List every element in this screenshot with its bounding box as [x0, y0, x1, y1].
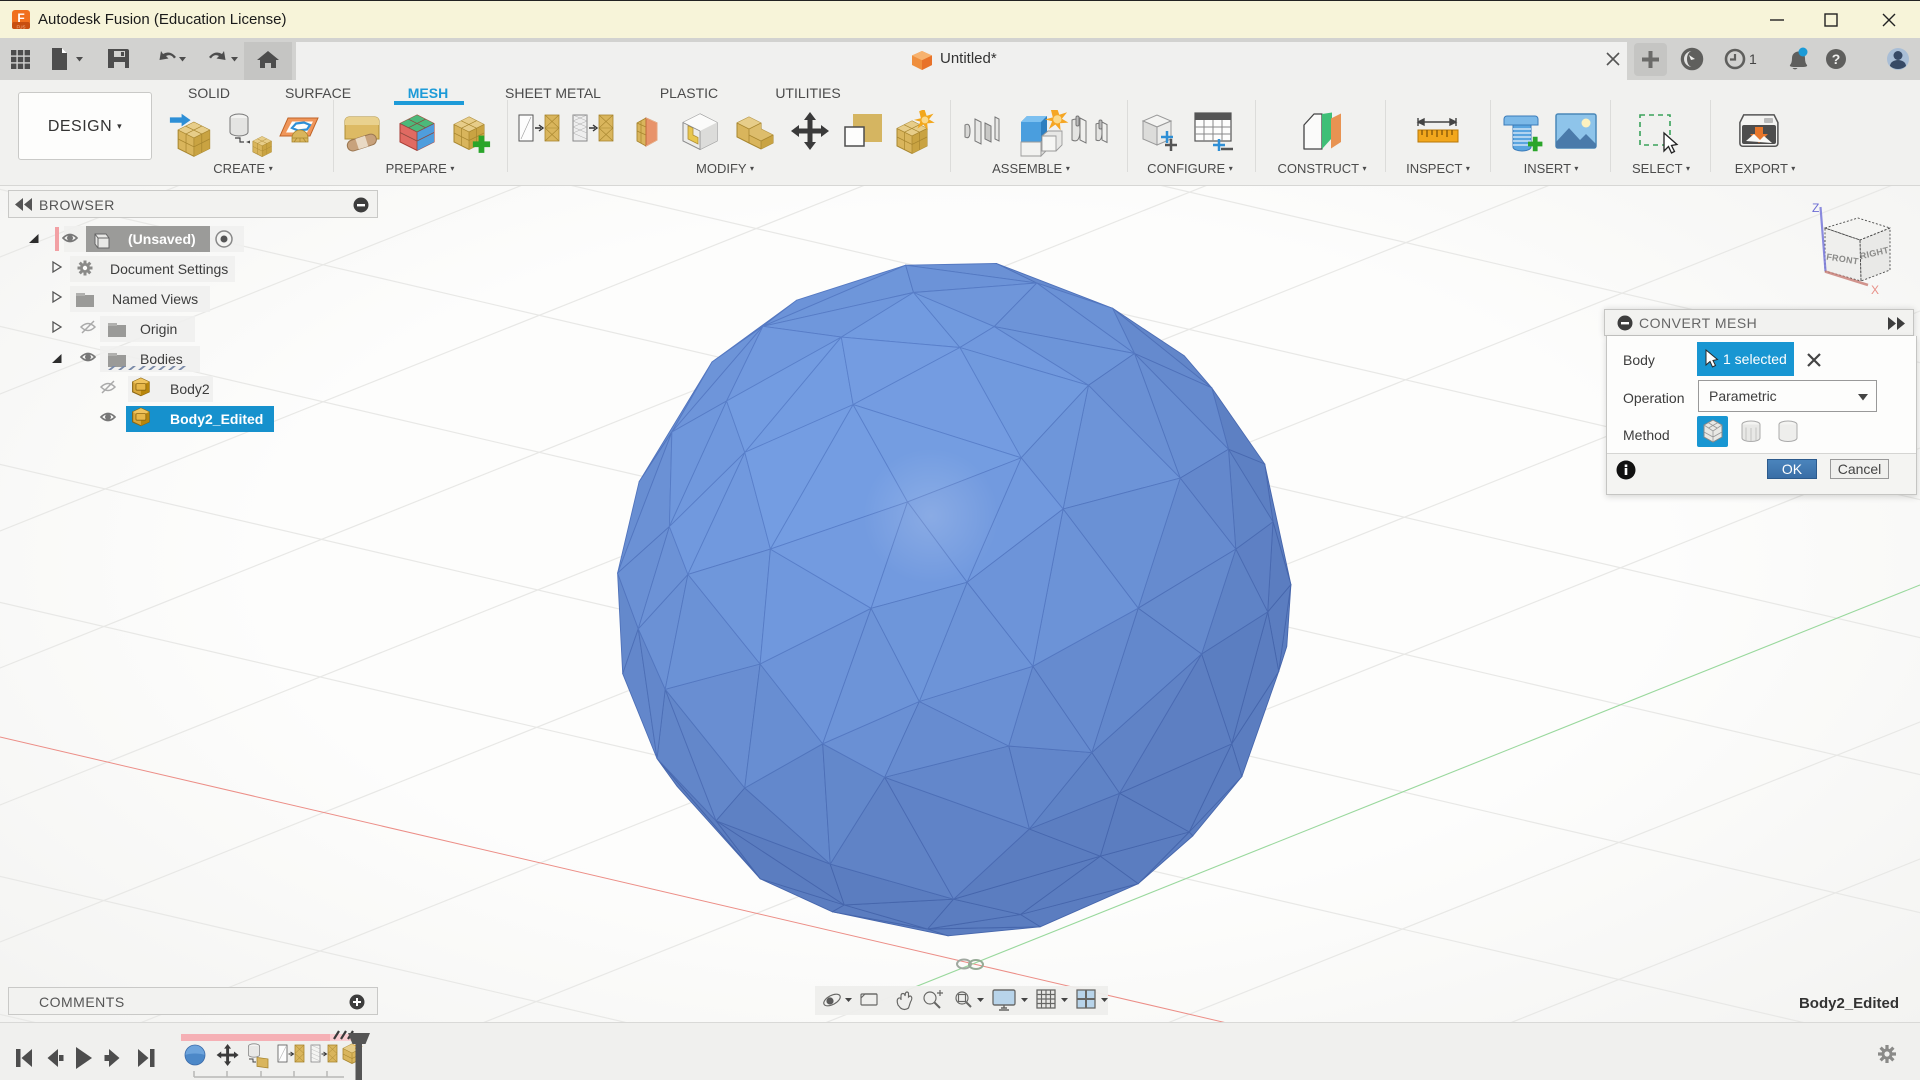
svg-text:X: X [1871, 283, 1879, 297]
svg-text:Z: Z [1812, 201, 1819, 215]
svg-text:Body2: Body2 [170, 381, 210, 397]
svg-text:Bodies: Bodies [140, 351, 183, 367]
svg-text:FUS: FUS [17, 25, 26, 30]
svg-text:(Unsaved): (Unsaved) [128, 231, 196, 247]
svg-text:Origin: Origin [140, 321, 177, 337]
svg-text:?: ? [1832, 51, 1841, 67]
svg-text:Named Views: Named Views [112, 291, 198, 307]
svg-text:F: F [17, 11, 24, 25]
svg-text:Document Settings: Document Settings [110, 261, 228, 277]
svg-text:Body2_Edited: Body2_Edited [170, 411, 263, 427]
svg-text:1: 1 [1749, 51, 1757, 67]
